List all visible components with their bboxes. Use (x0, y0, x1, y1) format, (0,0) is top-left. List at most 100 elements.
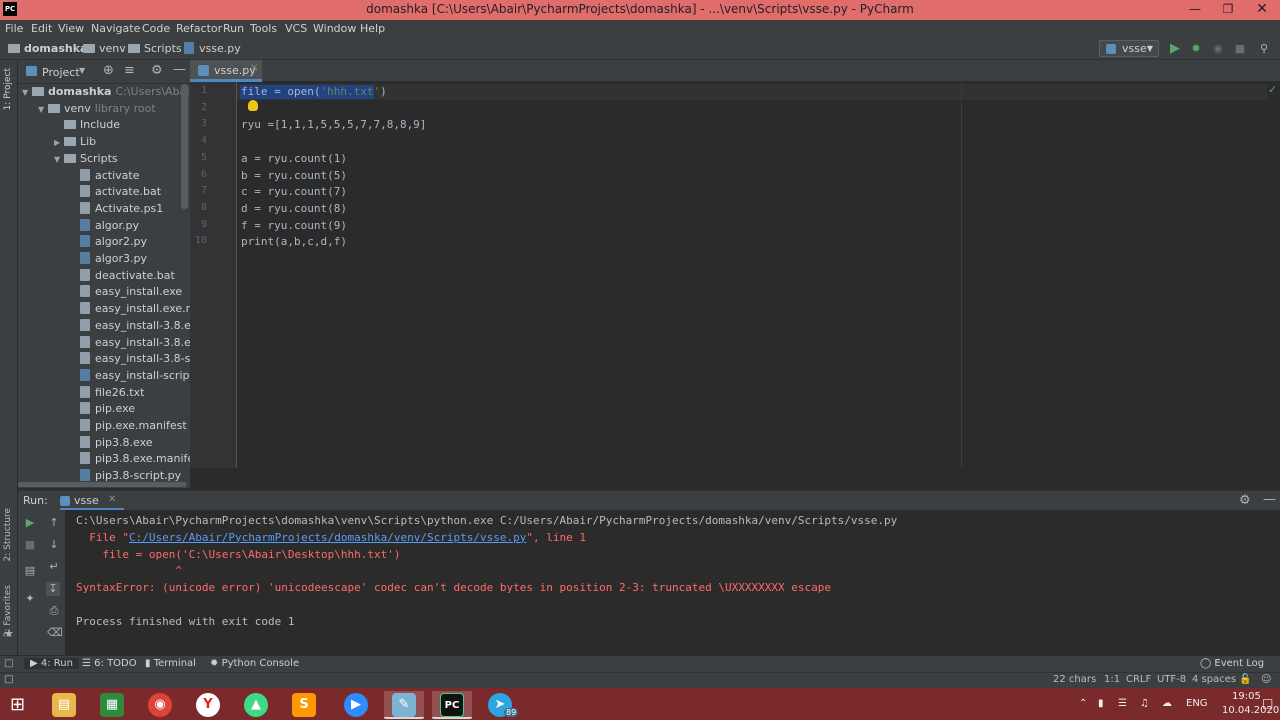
volume-icon[interactable]: ♫ (1140, 698, 1149, 709)
menu-help[interactable]: Help (360, 22, 385, 35)
tree-item-easy-install-exe[interactable]: easy_install.exe (70, 285, 182, 301)
tree-item-deactivate-bat[interactable]: deactivate.bat (70, 268, 175, 285)
status-caret-position[interactable]: 1:1 (1104, 674, 1120, 685)
hide-panel-icon[interactable]: — (1263, 492, 1276, 507)
tree-item-easy-install-3-8-script[interactable]: easy_install-3.8-script (70, 352, 190, 368)
code-line[interactable]: f = ryu.count(9) (241, 219, 347, 232)
run-tab-vsse[interactable]: vsse ✕ (60, 491, 124, 511)
hide-panel-icon[interactable]: — (173, 62, 186, 77)
tree-item-algor2-py[interactable]: algor2.py (70, 235, 147, 251)
taskbar-zoom[interactable]: ▶ (336, 691, 376, 719)
run-configuration-select[interactable]: vsse ▼ (1099, 40, 1159, 57)
arrow-up-icon[interactable]: ↑ (47, 516, 61, 530)
taskbar-pycharm[interactable]: PC (432, 691, 472, 719)
bottom-tab-python-console[interactable]: ✹ Python Console (210, 658, 299, 669)
structure-tool-tab[interactable]: 2: Structure (3, 508, 13, 562)
console-file-link[interactable]: C:/Users/Abair/PycharmProjects/domashka/… (129, 531, 526, 544)
tree-item-domashka[interactable]: ▼ domashkaC:\Users\Abair\Pych (22, 85, 190, 101)
chevron-down-icon[interactable]: ▼ (54, 155, 64, 164)
coverage-icon[interactable]: ◉ (1211, 42, 1225, 56)
tree-item-activate[interactable]: activate (70, 168, 140, 185)
project-tool-tab[interactable]: 1: Project (3, 68, 13, 110)
collapse-all-icon[interactable]: ≡ (124, 63, 135, 78)
trash-icon[interactable]: ⌫ (47, 626, 63, 640)
chevron-down-icon[interactable]: ▼ (79, 66, 85, 75)
scroll-to-end-icon[interactable]: ↧ (46, 582, 60, 596)
rerun-icon[interactable]: ▶ (23, 516, 37, 530)
tree-item-activate-ps1[interactable]: Activate.ps1 (70, 201, 163, 218)
menu-vcs[interactable]: VCS (285, 22, 307, 35)
tree-item-activate-bat[interactable]: activate.bat (70, 185, 161, 201)
menu-edit[interactable]: Edit (31, 22, 52, 35)
debug-icon[interactable]: ✹ (1189, 42, 1203, 56)
tree-item-pip3-8-exe[interactable]: pip3.8.exe (70, 435, 153, 452)
pin-icon[interactable]: ✦ (23, 592, 37, 606)
taskbar-store[interactable]: ▦ (92, 691, 132, 719)
close-icon[interactable]: ✕ (1247, 0, 1277, 20)
battery-icon[interactable]: ▮ (1098, 698, 1104, 709)
tree-horizontal-scrollbar[interactable] (18, 482, 186, 487)
code-line[interactable]: file = open('hhh.txt') (241, 85, 387, 98)
code-line[interactable]: a = ryu.count(1) (241, 152, 347, 165)
bottom-tab-run[interactable]: ▶ 4: Run (24, 658, 79, 669)
tree-item-easy-install-script-py[interactable]: easy_install-script.py (70, 368, 190, 385)
close-tab-icon[interactable]: ✕ (108, 494, 116, 505)
status-panel-icon[interactable]: □ (4, 674, 13, 685)
network-icon[interactable]: ☰ (1118, 698, 1127, 709)
tree-item-algor-py[interactable]: algor.py (70, 218, 139, 235)
layout-icon[interactable]: ▤ (23, 564, 37, 578)
arrow-down-icon[interactable]: ↓ (47, 538, 61, 552)
taskbar-notepad[interactable]: ✎ (384, 691, 424, 719)
taskbar-android-studio[interactable]: ▲ (236, 691, 276, 719)
notification-icon[interactable]: □ (1262, 696, 1273, 710)
stop-icon[interactable]: ■ (1233, 42, 1247, 56)
windows-start-icon[interactable]: ⊞ (10, 694, 25, 715)
tree-item-file26-txt[interactable]: file26.txt (70, 385, 144, 402)
gear-icon[interactable]: ⚙ (1239, 493, 1251, 508)
print-icon[interactable]: ⎙ (47, 604, 61, 618)
status-line-separator[interactable]: CRLF (1126, 674, 1151, 685)
tab-vsse-py[interactable]: vsse.py ✕ (190, 60, 262, 82)
tree-item-algor3-py[interactable]: algor3.py (70, 252, 147, 268)
status-indent[interactable]: 4 spaces (1192, 674, 1236, 685)
tree-item-easy-install-exe-manif[interactable]: easy_install.exe.manif (70, 302, 190, 318)
tree-scrollbar[interactable] (181, 84, 188, 209)
code-line[interactable]: print(a,b,c,d,f) (241, 235, 347, 248)
menu-tools[interactable]: Tools (250, 22, 277, 35)
chevron-down-icon[interactable]: ▼ (22, 88, 32, 97)
tree-item-include[interactable]: Include (54, 118, 120, 134)
event-log-button[interactable]: ◯ Event Log (1200, 658, 1264, 669)
bottom-tab-terminal[interactable]: ▮ Terminal (145, 658, 196, 669)
code-line[interactable]: d = ryu.count(8) (241, 202, 347, 215)
menu-view[interactable]: View (58, 22, 84, 35)
taskbar-telegram[interactable]: ➤ 89 (480, 691, 520, 719)
hector-icon[interactable]: ☺ (1261, 674, 1271, 685)
stop-icon[interactable]: ■ (23, 538, 37, 552)
taskbar-sublime[interactable]: S (284, 691, 324, 719)
code-line[interactable]: ryu =[1,1,1,5,5,5,7,7,8,8,9] (241, 118, 426, 131)
locate-file-icon[interactable]: ⊕ (103, 63, 114, 78)
menu-file[interactable]: File (5, 22, 23, 35)
breadcrumb-scripts[interactable]: Scripts (128, 42, 182, 55)
breadcrumb-file[interactable]: vsse.py (184, 42, 241, 55)
clock-time[interactable]: 19:05 (1232, 691, 1261, 702)
code-line[interactable]: c = ryu.count(7) (241, 185, 347, 198)
tree-item-pip-exe-manifest[interactable]: pip.exe.manifest (70, 419, 187, 435)
menu-refactor[interactable]: Refactor (176, 22, 222, 35)
chevron-down-icon[interactable]: ▼ (38, 105, 48, 114)
tree-item-pip3-8-exe-manifest[interactable]: pip3.8.exe.manifest (70, 452, 190, 468)
tree-item-easy-install-3-8-exe[interactable]: easy_install-3.8.exe (70, 318, 190, 335)
status-encoding[interactable]: UTF-8 (1157, 674, 1186, 685)
tree-item-easy-install-3-8-exe-m[interactable]: easy_install-3.8.exe.m (70, 335, 190, 352)
lock-icon[interactable]: 🔓 (1239, 674, 1251, 685)
gear-icon[interactable]: ⚙ (151, 63, 163, 78)
tree-item-scripts[interactable]: ▼ Scripts (54, 152, 118, 168)
input-language[interactable]: ENG (1186, 698, 1208, 709)
intention-bulb-icon[interactable] (248, 100, 258, 111)
taskbar-yandex[interactable]: Y (188, 691, 228, 719)
minimize-icon[interactable]: — (1180, 0, 1210, 20)
panel-toggle-icon[interactable]: □ (4, 658, 13, 669)
code-line[interactable]: b = ryu.count(5) (241, 169, 347, 182)
breadcrumb-venv[interactable]: venv (83, 42, 126, 55)
project-view-select[interactable]: Project (42, 66, 80, 79)
